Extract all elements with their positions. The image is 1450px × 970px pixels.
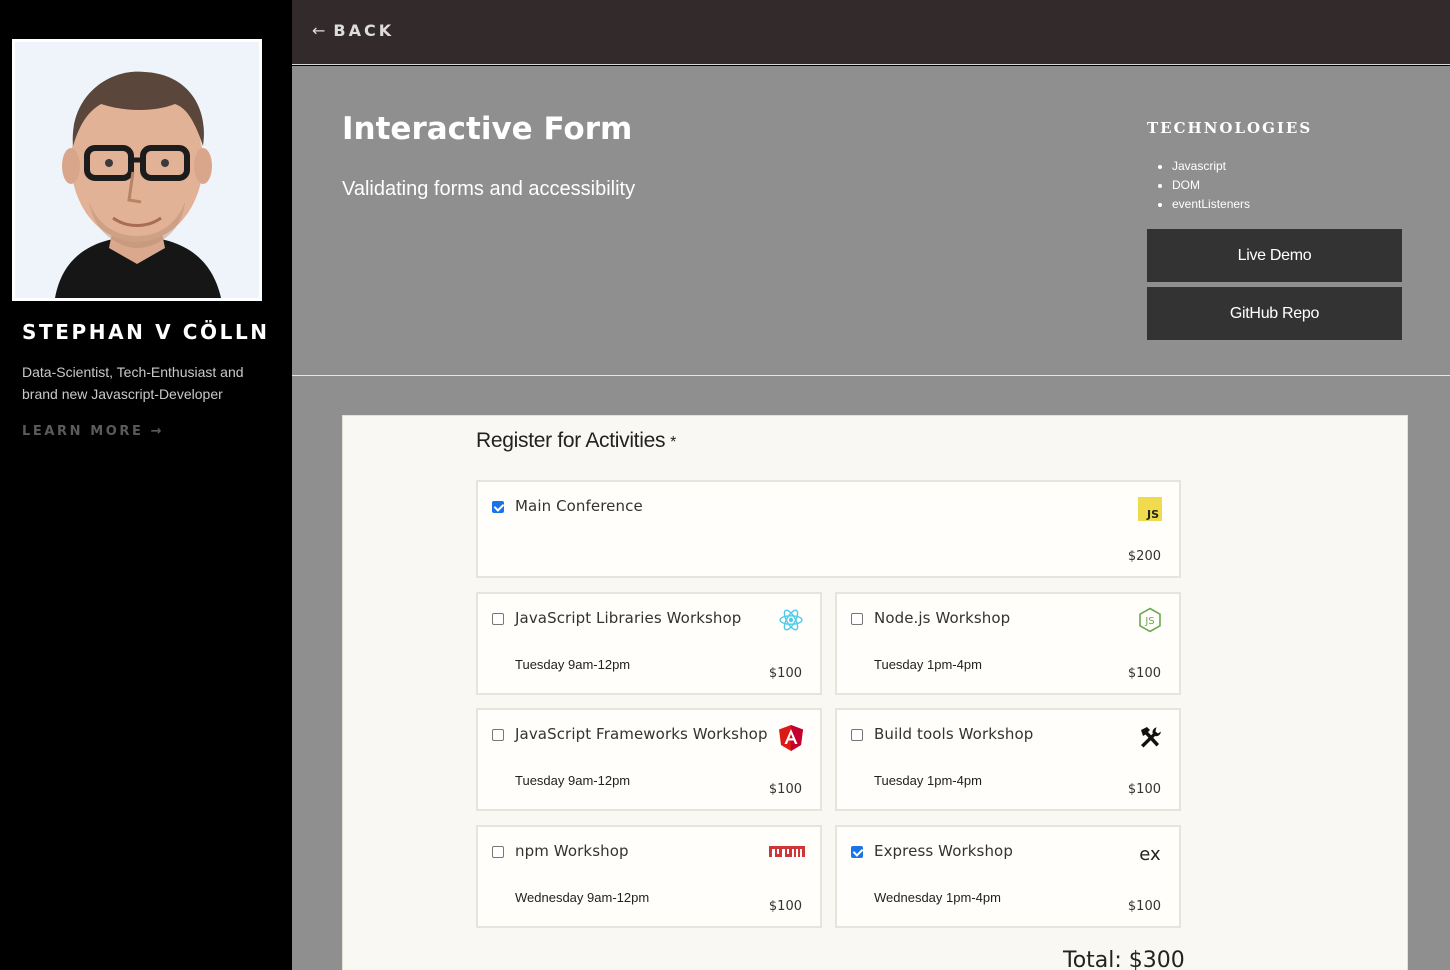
live-demo-button[interactable]: Live Demo [1147,229,1402,282]
back-label: BACK [333,21,395,40]
npm-icon [769,845,805,861]
back-link[interactable]: ← BACK [312,21,394,40]
required-mark: * [670,434,677,451]
activity-checkbox[interactable] [851,729,863,741]
express-icon: ex [1137,841,1163,867]
top-bar: ← BACK [292,0,1450,65]
activity-price: $100 [768,782,802,797]
activity-price: $100 [768,666,802,681]
activity-checkbox[interactable] [492,729,504,741]
activity-time: Tuesday 9am-12pm [515,773,631,788]
activity-title: Build tools Workshop [874,725,1034,743]
technology-item: DOM [1172,176,1250,195]
project-hero: Interactive Form Validating forms and ac… [292,66,1450,376]
activity-title: npm Workshop [515,842,629,860]
activity-price: $200 [1127,549,1161,564]
avatar [15,42,259,298]
technology-item: Javascript [1172,157,1250,176]
activity-time: Tuesday 9am-12pm [515,657,631,672]
profile-name: STEPHAN V CÖLLN [22,320,270,344]
activity-card-js-libraries[interactable]: JavaScript Libraries Workshop Tuesday 9a… [476,592,822,695]
activity-title: Express Workshop [874,842,1013,860]
activity-price: $100 [1127,899,1161,914]
avatar-portrait [15,42,259,298]
svg-text:JS: JS [1144,616,1154,627]
activity-title: Node.js Workshop [874,609,1011,627]
technologies-heading: TECHNOLOGIES [1147,119,1313,137]
activity-checkbox[interactable] [492,501,504,513]
activity-time: Tuesday 1pm-4pm [874,657,982,672]
back-arrow-icon: ← [312,21,326,40]
activity-title: Main Conference [515,497,643,515]
activity-checkbox[interactable] [492,613,504,625]
project-title: Interactive Form [342,111,633,147]
react-icon [778,607,804,633]
activity-title: JavaScript Frameworks Workshop [515,725,768,743]
activity-time: Wednesday 9am-12pm [515,890,650,905]
project-subtitle: Validating forms and accessibility [342,178,636,200]
activity-checkbox[interactable] [851,846,863,858]
activities-form-panel: Register for Activities * Main Conference… [342,415,1408,970]
activity-checkbox[interactable] [492,846,504,858]
svg-text:JS: JS [1146,508,1159,521]
activity-time: Tuesday 1pm-4pm [874,773,982,788]
activity-card-build-tools[interactable]: Build tools Workshop Tuesday 1pm-4pm $10… [835,708,1181,811]
activity-card-npm[interactable]: npm Workshop Wednesday 9am-12pm $100 [476,825,822,928]
build-tools-icon [1137,724,1163,750]
legend-text: Register for Activities [476,429,666,452]
activity-card-express[interactable]: Express Workshop Wednesday 1pm-4pm ex $1… [835,825,1181,928]
sidebar: STEPHAN V CÖLLN Data-Scientist, Tech-Ent… [0,0,292,970]
activity-price: $100 [1127,666,1161,681]
activity-card-nodejs[interactable]: Node.js Workshop Tuesday 1pm-4pm JS $100 [835,592,1181,695]
github-repo-button[interactable]: GitHub Repo [1147,287,1402,340]
technology-item: eventListeners [1172,195,1250,214]
svg-text:ex: ex [1139,844,1161,865]
avatar-frame [12,39,262,301]
learn-more-link[interactable]: LEARN MORE → [22,424,164,439]
javascript-icon: JS [1138,497,1162,521]
nodejs-icon: JS [1137,607,1163,633]
activity-card-main-conference[interactable]: Main Conference JS $200 [476,480,1181,578]
activity-price: $100 [768,899,802,914]
activity-card-js-frameworks[interactable]: JavaScript Frameworks Workshop Tuesday 9… [476,708,822,811]
activities-legend: Register for Activities * [476,429,676,453]
technologies-list: Javascript DOM eventListeners [1172,157,1250,214]
profile-bio: Data-Scientist, Tech-Enthusiast and bran… [22,364,244,402]
activity-time: Wednesday 1pm-4pm [874,890,1001,905]
main-content: Interactive Form Validating forms and ac… [292,66,1450,970]
angular-icon [778,725,804,751]
activity-price: $100 [1127,782,1161,797]
activity-title: JavaScript Libraries Workshop [515,609,742,627]
activity-checkbox[interactable] [851,613,863,625]
total-cost: Total: $300 [1063,948,1185,970]
